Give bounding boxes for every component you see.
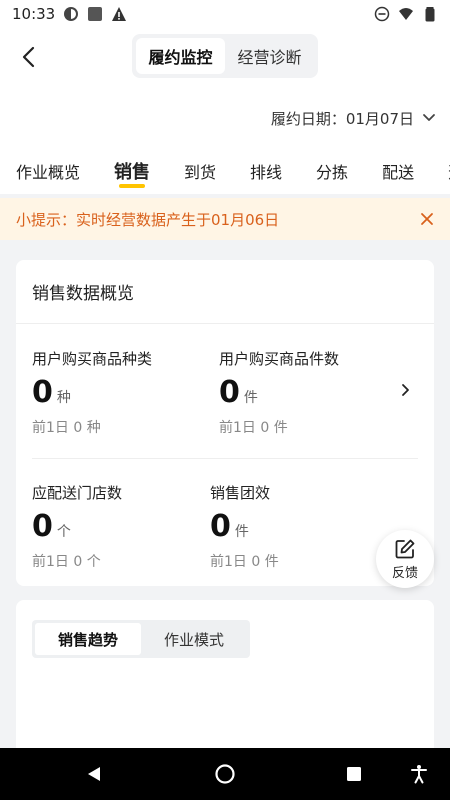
metric-unit: 件 bbox=[234, 524, 249, 540]
metric-unit: 个 bbox=[56, 524, 71, 540]
metric-value: 0 bbox=[32, 375, 53, 410]
metric-previous: 前1日 0 个 bbox=[32, 554, 101, 570]
metric-product-count[interactable]: 用户购买商品件数 0 件 前1日 0 件 bbox=[219, 348, 399, 437]
tab-arrival[interactable]: 到货 bbox=[184, 148, 216, 194]
tab-routing[interactable]: 排线 bbox=[250, 148, 282, 194]
feedback-label: 反馈 bbox=[391, 565, 418, 581]
status-bar: 10:33 bbox=[0, 0, 450, 28]
tip-banner: 小提示：实时经营数据产生于01月06日 bbox=[0, 198, 450, 240]
card-title: 销售数据概览 bbox=[16, 260, 434, 324]
segment-fulfillment-monitor[interactable]: 履约监控 bbox=[136, 38, 225, 74]
metric-label: 销售团效 bbox=[210, 484, 271, 502]
wifi-icon bbox=[398, 6, 414, 22]
metric-unit: 种 bbox=[56, 390, 71, 406]
chevron-left-icon bbox=[22, 46, 35, 68]
sales-trend-card: 销售趋势 作业模式 bbox=[16, 600, 434, 760]
feedback-button[interactable]: 反馈 bbox=[376, 530, 434, 588]
system-nav-bar bbox=[0, 748, 450, 800]
tab-overview[interactable]: 作业概览 bbox=[16, 148, 80, 194]
metric-store-count[interactable]: 应配送门店数 0 个 前1日 0 个 bbox=[32, 482, 212, 571]
chevron-down-icon bbox=[422, 109, 436, 127]
metric-value: 0 bbox=[219, 375, 240, 410]
do-not-disturb-icon bbox=[374, 6, 390, 22]
trend-segmented-control: 销售趋势 作业模式 bbox=[32, 620, 250, 658]
segment-work-mode[interactable]: 作业模式 bbox=[141, 623, 247, 655]
edit-icon bbox=[395, 539, 415, 558]
back-button[interactable] bbox=[14, 42, 44, 72]
metric-label: 用户购买商品件数 bbox=[219, 350, 340, 368]
metric-product-types[interactable]: 用户购买商品种类 0 种 前1日 0 种 bbox=[32, 348, 212, 437]
app-notification-icon bbox=[63, 6, 79, 22]
metric-previous: 前1日 0 种 bbox=[32, 420, 101, 436]
metric-sales-efficiency[interactable]: 销售团效 0 件 前1日 0 件 bbox=[210, 482, 390, 571]
chevron-right-icon[interactable] bbox=[396, 380, 416, 400]
header-segmented-control: 履约监控 经营诊断 bbox=[132, 34, 318, 78]
metric-previous: 前1日 0 件 bbox=[219, 420, 288, 436]
accessibility-icon[interactable] bbox=[407, 762, 431, 786]
tab-sorting[interactable]: 分拣 bbox=[316, 148, 348, 194]
metric-unit: 件 bbox=[243, 390, 258, 406]
close-icon[interactable] bbox=[420, 212, 434, 226]
nav-recents-icon[interactable] bbox=[342, 762, 366, 786]
tab-sales[interactable]: 销售 bbox=[114, 148, 150, 194]
battery-icon bbox=[422, 6, 438, 22]
nav-back-icon[interactable] bbox=[82, 762, 106, 786]
warning-icon bbox=[111, 6, 127, 22]
nav-home-icon[interactable] bbox=[213, 762, 237, 786]
segment-business-diagnosis[interactable]: 经营诊断 bbox=[225, 38, 314, 74]
header: 履约监控 经营诊断 bbox=[0, 28, 450, 88]
divider bbox=[32, 458, 418, 459]
date-filter[interactable]: 履约日期：01月07日 bbox=[0, 88, 450, 148]
metric-value: 0 bbox=[210, 509, 231, 544]
date-filter-label: 履约日期：01月07日 bbox=[270, 109, 414, 128]
metric-previous: 前1日 0 件 bbox=[210, 554, 279, 570]
sales-overview-card: 销售数据概览 用户购买商品种类 0 种 前1日 0 种 用户购买商品件数 0 件… bbox=[16, 260, 434, 586]
tab-delivery[interactable]: 配送 bbox=[382, 148, 414, 194]
segment-sales-trend[interactable]: 销售趋势 bbox=[35, 623, 141, 655]
tab-bar: 作业概览 销售 到货 排线 分拣 配送 逆向 bbox=[0, 148, 450, 194]
metric-label: 用户购买商品种类 bbox=[32, 350, 153, 368]
square-notification-icon bbox=[87, 6, 103, 22]
metric-value: 0 bbox=[32, 509, 53, 544]
status-time: 10:33 bbox=[12, 5, 56, 23]
metric-label: 应配送门店数 bbox=[32, 484, 123, 502]
tip-text: 小提示：实时经营数据产生于01月06日 bbox=[16, 210, 280, 229]
